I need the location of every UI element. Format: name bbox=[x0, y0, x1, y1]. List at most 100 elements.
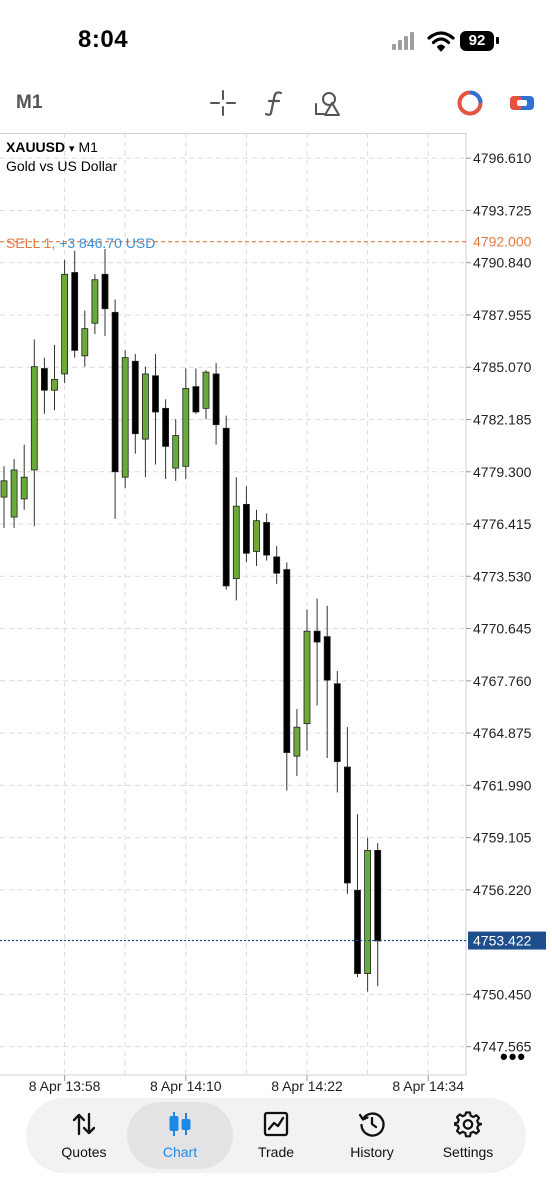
wifi-icon bbox=[427, 31, 455, 52]
candle-bear bbox=[354, 889, 361, 974]
candle-bull bbox=[141, 373, 149, 440]
nav-quotes-label: Quotes bbox=[61, 1144, 107, 1160]
candle-bull bbox=[91, 279, 99, 324]
price-label: 4779.300 bbox=[473, 464, 532, 480]
crosshair-icon[interactable] bbox=[208, 88, 238, 118]
bottom-navigation: Quotes Chart Trade History Settings bbox=[26, 1098, 526, 1173]
price-label: 4756.220 bbox=[473, 882, 532, 898]
symbol-description: Gold vs US Dollar bbox=[6, 158, 118, 174]
candle-bull bbox=[232, 505, 240, 580]
nav-quotes[interactable]: Quotes bbox=[36, 1098, 132, 1173]
trade-ring-icon[interactable] bbox=[455, 88, 485, 118]
candle-bear bbox=[263, 522, 271, 556]
history-clock-icon bbox=[358, 1112, 385, 1137]
candle-bull bbox=[253, 520, 260, 552]
candle-bear bbox=[131, 360, 139, 435]
candle-bear bbox=[222, 427, 230, 587]
objects-icon[interactable] bbox=[312, 88, 342, 118]
nav-history-label: History bbox=[350, 1144, 394, 1160]
price-label: 4764.875 bbox=[473, 725, 532, 741]
nav-trade[interactable]: Trade bbox=[228, 1098, 324, 1173]
candle-bull bbox=[303, 630, 311, 724]
candle-bull bbox=[30, 366, 38, 471]
nav-chart-label: Chart bbox=[162, 1144, 198, 1160]
candle-bear bbox=[162, 407, 170, 447]
candle-bull bbox=[293, 726, 301, 757]
candle-bear bbox=[71, 272, 79, 351]
candle-bull bbox=[182, 388, 190, 467]
time-label: 8 Apr 14:22 bbox=[271, 1078, 343, 1094]
candle-bull bbox=[20, 476, 28, 500]
sell-pnl: +3 846.70 USD bbox=[59, 235, 156, 251]
price-label: 4761.990 bbox=[473, 777, 532, 793]
sell-order-text: SELL 1, bbox=[6, 235, 56, 251]
candle-bear bbox=[242, 503, 250, 554]
price-label: 4759.105 bbox=[473, 830, 532, 846]
candlestick-icon bbox=[169, 1112, 191, 1136]
candle-bull bbox=[121, 357, 129, 478]
nav-settings-label: Settings bbox=[442, 1144, 494, 1160]
price-label: 4796.610 bbox=[473, 150, 532, 166]
battery-cap bbox=[496, 37, 499, 44]
nav-settings[interactable]: Settings bbox=[420, 1098, 516, 1173]
quotes-arrows-icon bbox=[72, 1112, 96, 1136]
candle-bear bbox=[212, 373, 220, 426]
time-label: 8 Apr 13:58 bbox=[29, 1078, 101, 1094]
symbol-header[interactable]: XAUUSD ▾ M1 bbox=[6, 139, 98, 155]
price-label: 4785.070 bbox=[473, 359, 532, 375]
candle-bear bbox=[343, 766, 351, 884]
symbol-name[interactable]: XAUUSD bbox=[6, 139, 65, 155]
trade-line-chart-icon bbox=[263, 1111, 289, 1137]
candle-bear bbox=[101, 273, 109, 310]
sell-position-label[interactable]: SELL 1, +3 846.70 USD bbox=[6, 235, 155, 251]
sell-price-label: 4792.000 bbox=[473, 234, 532, 250]
candle-bear bbox=[374, 849, 382, 942]
price-chart[interactable]: 4796.610 4793.725 4790.840 4787.955 4785.070… bbox=[0, 133, 552, 1098]
candle-bull bbox=[172, 435, 180, 469]
candle-bull bbox=[0, 480, 8, 498]
more-options-icon[interactable]: ••• bbox=[500, 1044, 526, 1070]
time-label: 8 Apr 14:10 bbox=[150, 1078, 222, 1094]
price-label: 4782.185 bbox=[473, 411, 532, 427]
current-price-label: 4753.422 bbox=[473, 933, 532, 949]
price-label: 4750.450 bbox=[473, 986, 532, 1002]
candles bbox=[0, 248, 382, 992]
candle-bear bbox=[273, 556, 281, 574]
time-label: 8 Apr 14:34 bbox=[392, 1078, 464, 1094]
candle-bull bbox=[364, 849, 372, 974]
price-lines bbox=[0, 241, 466, 942]
candle-bull bbox=[61, 273, 68, 375]
cellular-signal-icon bbox=[390, 30, 420, 52]
candle-bear bbox=[152, 375, 159, 413]
candle-bear bbox=[283, 569, 291, 753]
candle-bull bbox=[51, 378, 58, 391]
nav-chart[interactable]: Chart bbox=[132, 1098, 228, 1173]
candle-bear bbox=[111, 311, 119, 473]
candle-bear bbox=[323, 636, 331, 681]
status-icons: 92 bbox=[390, 30, 502, 54]
symbol-dropdown-icon[interactable]: ▾ bbox=[69, 143, 75, 155]
nav-history[interactable]: History bbox=[324, 1098, 420, 1173]
indicators-icon[interactable] bbox=[260, 88, 290, 118]
price-label: 4776.415 bbox=[473, 516, 532, 532]
candle-bull bbox=[202, 371, 210, 409]
status-time: 8:04 bbox=[78, 26, 129, 53]
price-label: 4790.840 bbox=[473, 255, 532, 271]
toggle-icon[interactable] bbox=[507, 88, 537, 118]
price-label: 4770.645 bbox=[473, 621, 532, 637]
chart-grid bbox=[0, 133, 467, 1076]
candle-bear bbox=[333, 683, 341, 763]
price-label: 4793.725 bbox=[473, 202, 532, 218]
nav-trade-label: Trade bbox=[257, 1144, 295, 1160]
candle-bull bbox=[10, 469, 18, 518]
settings-gear-icon bbox=[454, 1111, 482, 1138]
price-label: 4773.530 bbox=[473, 568, 532, 584]
battery-indicator: 92 bbox=[460, 31, 494, 51]
timeframe-selector[interactable]: M1 bbox=[16, 92, 42, 114]
candle-bear bbox=[41, 368, 48, 391]
chart-timeframe: M1 bbox=[78, 139, 98, 155]
price-label: 4787.955 bbox=[473, 307, 532, 323]
candle-bear bbox=[192, 386, 200, 413]
candle-bull bbox=[81, 328, 89, 357]
price-label: 4767.760 bbox=[473, 673, 532, 689]
